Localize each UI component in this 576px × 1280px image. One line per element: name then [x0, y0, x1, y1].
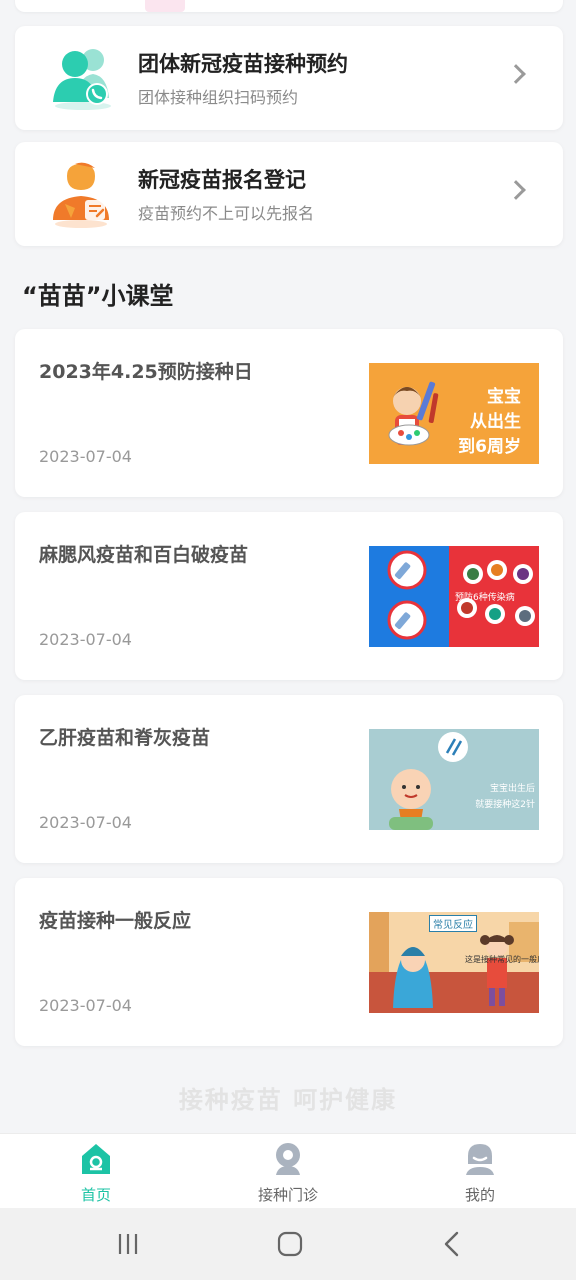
back-icon[interactable] — [437, 1230, 467, 1258]
group-vaccine-booking-card[interactable]: 团体新冠疫苗接种预约 团体接种组织扫码预约 — [15, 26, 563, 130]
tab-label: 接种门诊 — [257, 1186, 318, 1204]
thumb-text: 就要接种这2针 — [475, 800, 535, 810]
article-card[interactable]: 2023年4.25预防接种日 2023-07-04 宝宝 从出生 到6周岁 — [15, 329, 563, 497]
article-thumbnail: 常见反应 这是接种常见的一般反应 — [369, 912, 539, 1013]
recent-apps-icon[interactable] — [114, 1230, 144, 1258]
clinic-location-icon — [272, 1142, 304, 1176]
entry-title: 新冠疫苗报名登记 — [138, 168, 306, 192]
app-badge-fragment — [145, 0, 185, 12]
chevron-right-icon — [506, 180, 526, 200]
thumb-text: 预防6种传染病 — [455, 593, 515, 603]
group-users-icon — [45, 42, 117, 114]
section-title: “苗苗”小课堂 — [22, 282, 174, 310]
tab-home[interactable]: 首页 — [0, 1134, 192, 1209]
home-button-icon[interactable] — [275, 1230, 305, 1258]
thumb-text: 宝宝 — [487, 387, 521, 407]
article-card[interactable]: 麻腮风疫苗和百白破疫苗 2023-07-04 预防6种传染病 — [15, 512, 563, 680]
covid-vaccine-registration-card[interactable]: 新冠疫苗报名登记 疫苗预约不上可以先报名 — [15, 142, 563, 246]
previous-card-edge — [15, 0, 563, 12]
tab-clinic[interactable]: 接种门诊 — [192, 1134, 384, 1209]
article-thumbnail: 预防6种传染病 — [369, 546, 539, 647]
thumb-text: 这是接种常见的一般反应 — [465, 955, 539, 964]
article-thumbnail: 宝宝出生后 就要接种这2针 — [369, 729, 539, 830]
article-date: 2023-07-04 — [39, 630, 132, 649]
tab-label: 首页 — [80, 1186, 111, 1204]
chevron-right-icon — [506, 64, 526, 84]
tab-profile[interactable]: 我的 — [384, 1134, 576, 1209]
article-card[interactable]: 乙肝疫苗和脊灰疫苗 2023-07-04 宝宝出生后 就要接种这2针 — [15, 695, 563, 863]
bottom-tab-bar: 首页 接种门诊 我的 — [0, 1133, 576, 1208]
article-title: 乙肝疫苗和脊灰疫苗 — [39, 727, 211, 749]
thumb-text: 宝宝出生后 — [489, 784, 535, 794]
article-date: 2023-07-04 — [39, 813, 132, 832]
entry-title: 团体新冠疫苗接种预约 — [138, 52, 348, 76]
footer-slogan: 接种疫苗 呵护健康 — [178, 1085, 398, 1114]
article-card[interactable]: 疫苗接种一般反应 2023-07-04 常见反应 这是接种常见的一般反应 — [15, 878, 563, 1046]
article-title: 2023年4.25预防接种日 — [39, 361, 253, 383]
thumb-text: 到6周岁 — [458, 437, 521, 457]
tab-label: 我的 — [464, 1186, 495, 1204]
article-title: 疫苗接种一般反应 — [39, 910, 192, 932]
entry-subtitle: 疫苗预约不上可以先报名 — [138, 204, 315, 223]
system-navigation-bar — [0, 1208, 576, 1280]
thumb-text: 从出生 — [470, 412, 521, 432]
person-register-icon — [45, 158, 117, 230]
article-title: 麻腮风疫苗和百白破疫苗 — [39, 544, 249, 566]
thumb-text: 常见反应 — [429, 915, 477, 932]
home-icon — [80, 1142, 112, 1176]
article-thumbnail: 宝宝 从出生 到6周岁 — [369, 363, 539, 464]
profile-icon — [464, 1142, 496, 1176]
entry-subtitle: 团体接种组织扫码预约 — [138, 88, 299, 107]
article-date: 2023-07-04 — [39, 447, 132, 466]
article-date: 2023-07-04 — [39, 996, 132, 1015]
